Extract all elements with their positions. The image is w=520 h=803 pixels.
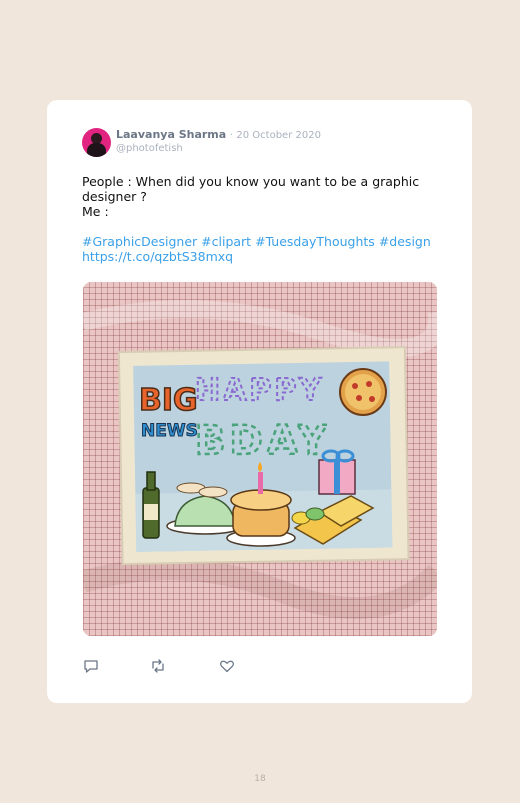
- artwork-happy: HAPPY: [195, 373, 324, 408]
- artwork-big: BIG: [139, 383, 198, 418]
- tweet-card: Laavanya Sharma · 20 October 2020 @photo…: [47, 100, 472, 703]
- header-separator: ·: [229, 130, 233, 141]
- tweet-actions: [83, 658, 243, 674]
- tweet-text-line1: People : When did you know you want to b…: [82, 174, 420, 204]
- hashtag-link[interactable]: #clipart: [201, 234, 251, 249]
- tweet-text-line2: Me :: [82, 204, 109, 219]
- page-number: 18: [254, 774, 266, 784]
- tweet-url-link[interactable]: https://t.co/qzbtS38mxq: [82, 249, 422, 264]
- photo-artwork: BIG NEWS HAPPY BDAY: [83, 300, 437, 619]
- author-name[interactable]: Laavanya Sharma: [116, 128, 226, 141]
- hashtag-link[interactable]: #design: [379, 234, 431, 249]
- reply-icon[interactable]: [83, 658, 99, 674]
- tweet-body: People : When did you know you want to b…: [82, 174, 431, 264]
- hashtag-link[interactable]: #GraphicDesigner: [82, 234, 197, 249]
- tweet-header: Laavanya Sharma · 20 October 2020 @photo…: [116, 128, 321, 155]
- tweet-date[interactable]: 20 October 2020: [236, 130, 321, 141]
- retweet-icon[interactable]: [150, 658, 166, 674]
- artwork-bday: BDAY: [195, 418, 331, 464]
- avatar[interactable]: [82, 128, 111, 157]
- author-handle[interactable]: @photofetish: [116, 142, 321, 155]
- tweet-media-image[interactable]: BIG NEWS HAPPY BDAY: [83, 282, 437, 636]
- heart-icon[interactable]: [219, 658, 235, 674]
- hashtag-link[interactable]: #TuesdayThoughts: [255, 234, 375, 249]
- artwork-news: NEWS: [141, 421, 198, 441]
